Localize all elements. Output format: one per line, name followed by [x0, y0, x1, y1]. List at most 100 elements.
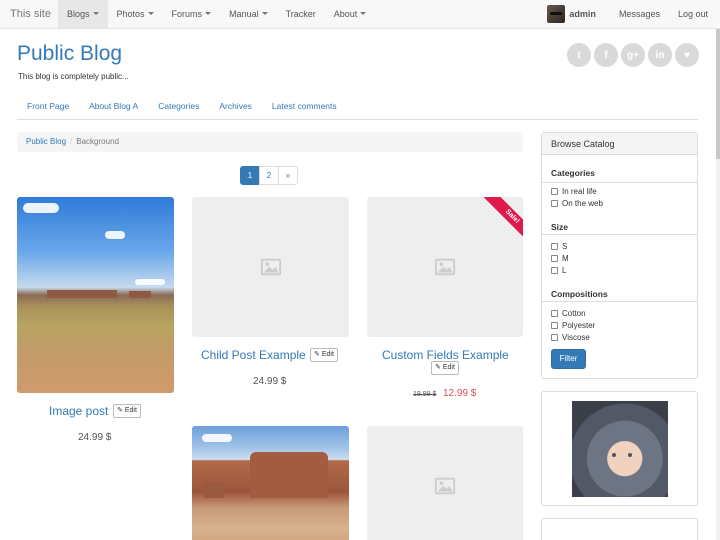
- image-placeholder-icon: [434, 477, 456, 495]
- baby-photo[interactable]: [572, 401, 668, 497]
- categories-heading: Categories: [551, 168, 595, 178]
- checkbox-size-l[interactable]: L: [551, 266, 566, 275]
- checkbox[interactable]: [551, 267, 558, 274]
- butte: [250, 452, 328, 498]
- product-image-placeholder[interactable]: [367, 426, 523, 540]
- checkbox[interactable]: [551, 243, 558, 250]
- product-title-link[interactable]: Image post: [49, 404, 108, 418]
- user-nav: admin Messages Log out: [547, 0, 720, 28]
- site-brand[interactable]: This site: [10, 8, 51, 20]
- github-icon[interactable]: ♥: [675, 43, 699, 67]
- google-plus-icon[interactable]: g+: [621, 43, 645, 67]
- caret-down-icon: [147, 12, 154, 15]
- product-old-price: 19.99 $: [413, 391, 437, 398]
- main-nav: Blogs Photos Forums Manual Tracker About: [58, 0, 375, 28]
- checkbox-polyester[interactable]: Polyester: [551, 321, 595, 330]
- size-heading: Size: [551, 222, 569, 232]
- photo-widget: [541, 391, 698, 506]
- product-image[interactable]: [17, 197, 174, 393]
- checkbox-size-m[interactable]: M: [551, 254, 569, 263]
- page-1-button[interactable]: 1: [240, 166, 260, 185]
- cloud: [202, 434, 232, 442]
- image-placeholder-icon: [434, 258, 456, 276]
- checkbox[interactable]: [551, 310, 558, 317]
- edit-button[interactable]: ✎ Edit: [113, 404, 141, 418]
- breadcrumb: Public Blog / Background: [17, 132, 523, 152]
- nav-item-tracker[interactable]: Tracker: [277, 0, 325, 28]
- checkbox[interactable]: [551, 334, 558, 341]
- sidebar-widget: [541, 518, 698, 540]
- nav-item-about[interactable]: About: [325, 0, 376, 28]
- twitter-icon[interactable]: t: [567, 43, 591, 67]
- messages-link[interactable]: Messages: [619, 9, 660, 19]
- edit-icon: ✎: [117, 407, 123, 414]
- checkbox[interactable]: [551, 200, 558, 207]
- checkbox-viscose[interactable]: Viscose: [551, 333, 590, 342]
- user-name-link[interactable]: admin: [569, 9, 596, 19]
- nav-item-label: Forums: [171, 9, 203, 19]
- product-image[interactable]: [192, 426, 349, 540]
- caret-down-icon: [205, 12, 212, 15]
- nav-item-manual[interactable]: Manual: [220, 0, 277, 28]
- image-placeholder-icon: [260, 258, 281, 276]
- page-subtitle: This blog is completely public...: [18, 72, 129, 81]
- checkbox[interactable]: [551, 255, 558, 262]
- page-title[interactable]: Public Blog: [17, 42, 122, 66]
- breadcrumb-link[interactable]: Public Blog: [26, 137, 66, 146]
- mesa: [129, 291, 151, 298]
- checkbox-label: S: [562, 242, 568, 251]
- product-sale-price: 12.99 $: [443, 388, 477, 399]
- checkbox[interactable]: [551, 322, 558, 329]
- nav-item-blogs[interactable]: Blogs: [58, 0, 108, 28]
- product-title-link[interactable]: Child Post Example: [201, 348, 306, 362]
- pagination: 1 2 »: [240, 166, 298, 185]
- product-title-link[interactable]: Custom Fields Example: [382, 348, 509, 362]
- subnav-about-blog[interactable]: About Blog A: [79, 96, 148, 119]
- rock-spire: [204, 482, 224, 498]
- product-price: 24.99 $: [78, 432, 112, 443]
- nav-item-label: Tracker: [285, 9, 316, 19]
- nav-item-forums[interactable]: Forums: [163, 0, 221, 28]
- next-page-button[interactable]: »: [278, 166, 298, 185]
- compositions-heading: Compositions: [551, 289, 608, 299]
- edit-icon: ✎: [435, 364, 441, 371]
- checkbox-label: In real life: [562, 187, 597, 196]
- subnav-categories[interactable]: Categories: [148, 96, 209, 119]
- filter-button[interactable]: Filter: [551, 349, 586, 369]
- logout-link[interactable]: Log out: [678, 9, 708, 19]
- checkbox-on-the-web[interactable]: On the web: [551, 199, 603, 208]
- subnav-archives[interactable]: Archives: [209, 96, 262, 119]
- product-image-placeholder[interactable]: [192, 197, 349, 337]
- top-navbar: This site Blogs Photos Forums Manual Tra…: [0, 0, 720, 29]
- panel-title: Browse Catalog: [542, 133, 697, 155]
- social-links: t f g+ in ♥: [567, 43, 699, 67]
- checkbox-label: Cotton: [562, 309, 586, 318]
- page-2-button[interactable]: 2: [259, 166, 279, 185]
- checkbox[interactable]: [551, 188, 558, 195]
- edit-button[interactable]: ✎ Edit: [431, 361, 459, 375]
- edit-button[interactable]: ✎ Edit: [310, 348, 338, 362]
- checkbox-in-real-life[interactable]: In real life: [551, 187, 597, 196]
- subnav-front-page[interactable]: Front Page: [17, 96, 79, 119]
- facebook-icon[interactable]: f: [594, 43, 618, 67]
- nav-item-label: About: [333, 9, 358, 19]
- checkbox-size-s[interactable]: S: [551, 242, 567, 251]
- browse-catalog-panel: Browse Catalog Categories In real life O…: [541, 132, 698, 379]
- scrollbar[interactable]: [716, 29, 720, 540]
- checkbox-cotton[interactable]: Cotton: [551, 309, 586, 318]
- blog-subnav: Front Page About Blog A Categories Archi…: [17, 96, 698, 120]
- linkedin-icon[interactable]: in: [648, 43, 672, 67]
- user-avatar[interactable]: [547, 5, 566, 23]
- subnav-latest-comments[interactable]: Latest comments: [262, 96, 347, 119]
- nav-item-photos[interactable]: Photos: [108, 0, 163, 28]
- caret-down-icon: [360, 12, 367, 15]
- checkbox-label: Polyester: [562, 321, 596, 330]
- checkbox-label: On the web: [562, 199, 603, 208]
- edit-icon: ✎: [314, 351, 320, 358]
- breadcrumb-separator: /: [70, 137, 73, 146]
- caret-down-icon: [261, 12, 268, 15]
- caret-down-icon: [92, 12, 99, 15]
- product-price: 24.99 $: [253, 376, 287, 387]
- cloud: [135, 279, 165, 285]
- scrollbar-thumb[interactable]: [716, 29, 720, 159]
